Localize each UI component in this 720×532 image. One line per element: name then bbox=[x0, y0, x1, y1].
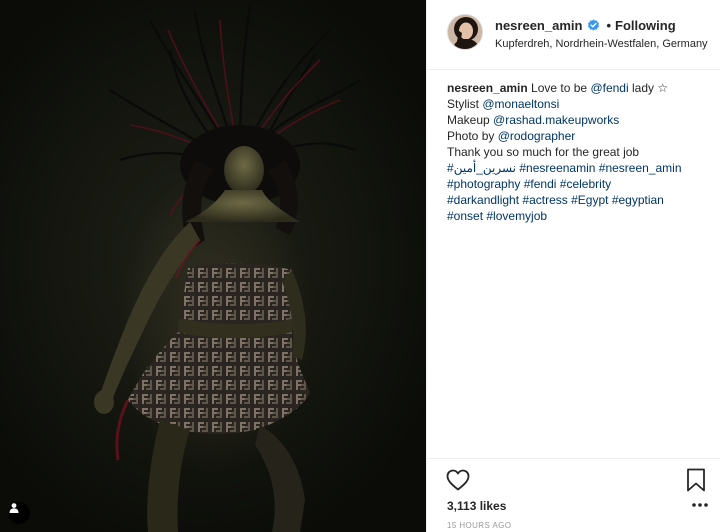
hashtag-link[interactable]: #darkandlight bbox=[447, 193, 519, 207]
post-side-panel: nesreen_amin • Following Kupferdreh, Nor… bbox=[426, 0, 720, 532]
heart-icon[interactable] bbox=[445, 467, 471, 493]
location-link[interactable]: Kupferdreh, Nordrhein-Westfalen, Germany bbox=[495, 38, 708, 50]
caption-line: Photo by @rodographer bbox=[447, 128, 715, 144]
bookmark-icon[interactable] bbox=[685, 467, 707, 493]
caption-text: Love to be bbox=[527, 81, 591, 95]
hashtag-link[interactable]: #onset bbox=[447, 209, 483, 223]
hashtag-link[interactable]: #Egypt bbox=[571, 193, 608, 207]
mention-link[interactable]: @monaeltonsi bbox=[482, 97, 559, 111]
user-tag-icon[interactable] bbox=[8, 502, 30, 524]
hashtag-link[interactable]: #egyptian bbox=[612, 193, 664, 207]
caption-line: #photography #fendi #celebrity bbox=[447, 176, 715, 192]
username-link[interactable]: nesreen_amin bbox=[495, 18, 582, 33]
hashtag-link[interactable]: #photography bbox=[447, 177, 520, 191]
hashtag-link[interactable]: #actress bbox=[522, 193, 567, 207]
verified-badge-icon bbox=[588, 19, 600, 31]
likes-count[interactable]: 3,113 likes bbox=[447, 499, 506, 513]
following-button[interactable]: Following bbox=[615, 18, 676, 33]
person-glyph bbox=[9, 503, 19, 513]
hashtag-link[interactable]: #nesreen_amin bbox=[599, 161, 682, 175]
caption-text: Photo by bbox=[447, 129, 498, 143]
caption-line: #darkandlight #actress #Egypt #egyptian bbox=[447, 192, 715, 208]
caption-text: Thank you so much for the great job bbox=[447, 145, 640, 159]
caption-line: #onset #lovemyjob bbox=[447, 208, 715, 224]
mention-link[interactable]: @rashad.makeupworks bbox=[493, 113, 619, 127]
separator-dot: • bbox=[606, 18, 611, 33]
hashtag-link[interactable]: #celebrity bbox=[560, 177, 611, 191]
caption-line: #نسرين_أمين #nesreenamin #nesreen_amin bbox=[447, 160, 715, 176]
photo-artwork bbox=[94, 4, 361, 532]
caption-text: Makeup bbox=[447, 113, 494, 127]
avatar-image bbox=[448, 15, 482, 49]
mention-link[interactable]: @rodographer bbox=[498, 129, 576, 143]
post-photo[interactable] bbox=[0, 0, 426, 532]
hashtag-link[interactable]: #fendi bbox=[524, 177, 557, 191]
post-header: nesreen_amin • Following Kupferdreh, Nor… bbox=[427, 0, 720, 70]
hashtag-link[interactable]: #lovemyjob bbox=[486, 209, 547, 223]
caption-line: Thank you so much for the great job bbox=[447, 144, 715, 160]
caption-line: Makeup @rashad.makeupworks bbox=[447, 112, 715, 128]
avatar[interactable] bbox=[447, 14, 483, 50]
caption-username[interactable]: nesreen_amin bbox=[447, 81, 528, 95]
caption-text: Stylist bbox=[447, 97, 483, 111]
hashtag-link[interactable]: #nesreenamin bbox=[519, 161, 595, 175]
header-line: nesreen_amin • Following bbox=[495, 18, 676, 33]
post-timestamp[interactable]: 15 HOURS AGO bbox=[447, 521, 511, 530]
post-actions: 3,113 likes 15 HOURS AGO bbox=[427, 458, 720, 532]
caption-line: nesreen_amin Love to be @fendi lady ☆ bbox=[447, 80, 715, 96]
hashtag-link[interactable]: #نسرين_أمين bbox=[447, 161, 516, 175]
post-caption: nesreen_amin Love to be @fendi lady ☆ St… bbox=[447, 80, 715, 224]
mention-link[interactable]: @fendi bbox=[590, 81, 628, 95]
caption-line: Stylist @monaeltonsi bbox=[447, 96, 715, 112]
more-options-icon[interactable] bbox=[690, 500, 710, 510]
caption-text: lady ☆ bbox=[628, 81, 669, 95]
